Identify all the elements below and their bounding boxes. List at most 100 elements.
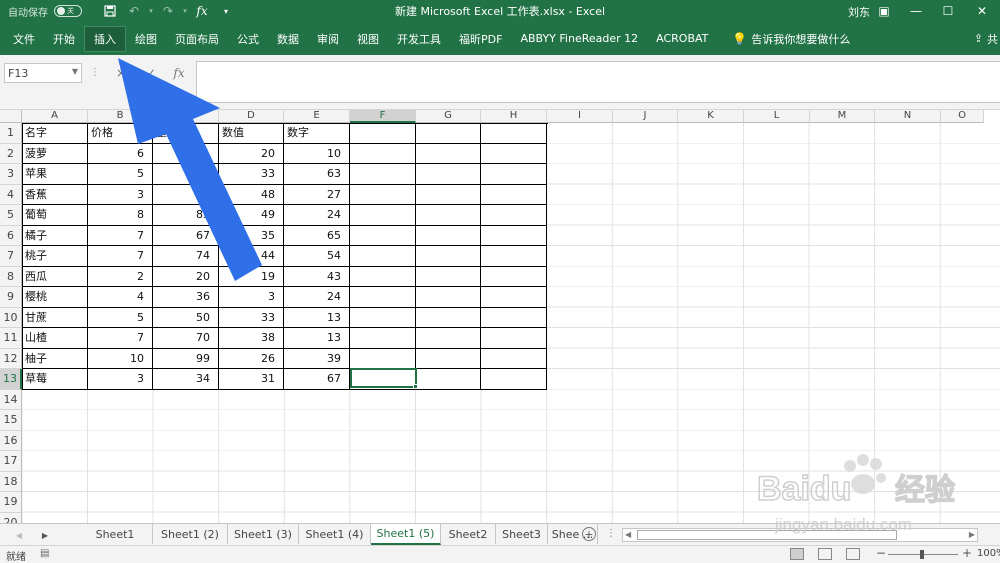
cell-a1[interactable]: 名字 xyxy=(22,123,88,144)
tab-view[interactable]: 视图 xyxy=(348,26,388,52)
cell-d7[interactable]: 44 xyxy=(219,246,284,267)
cell-g3[interactable] xyxy=(416,164,481,185)
cell-b10[interactable]: 5 xyxy=(88,307,153,328)
cell-d5[interactable]: 49 xyxy=(219,205,284,226)
cell-b7[interactable]: 7 xyxy=(88,246,153,267)
tab-developer[interactable]: 开发工具 xyxy=(388,26,450,52)
cell-d4[interactable]: 48 xyxy=(219,184,284,205)
fill-handle[interactable] xyxy=(413,384,418,389)
autosave-toggle[interactable]: 关 xyxy=(54,5,82,17)
cell-g12[interactable] xyxy=(416,348,481,369)
row-header-19[interactable]: 19 xyxy=(0,492,22,513)
cell-b4[interactable]: 3 xyxy=(88,184,153,205)
zoom-slider-knob[interactable] xyxy=(920,550,924,559)
cell-e10[interactable]: 13 xyxy=(284,307,350,328)
cell-b6[interactable]: 7 xyxy=(88,225,153,246)
cell-h8[interactable] xyxy=(481,266,547,287)
cell-c11[interactable]: 70 xyxy=(153,328,219,349)
cell-g4[interactable] xyxy=(416,184,481,205)
cell-h7[interactable] xyxy=(481,246,547,267)
scroll-right-icon[interactable]: ▶ xyxy=(969,530,975,539)
cell-e6[interactable]: 65 xyxy=(284,225,350,246)
tab-split-handle[interactable]: ⋮ xyxy=(606,528,616,539)
sheet-nav-next[interactable]: ▶ xyxy=(36,527,54,543)
column-header-h[interactable]: H xyxy=(481,110,547,123)
cell-c5[interactable]: 83 xyxy=(153,205,219,226)
cell-e9[interactable]: 24 xyxy=(284,287,350,308)
close-button[interactable]: ✕ xyxy=(966,0,998,22)
cell-e4[interactable]: 27 xyxy=(284,184,350,205)
select-all-corner[interactable] xyxy=(0,110,22,123)
column-header-n[interactable]: N xyxy=(875,110,941,123)
sheet-nav-prev[interactable]: ◀ xyxy=(10,527,28,543)
tab-insert[interactable]: 插入 xyxy=(84,25,126,52)
share-button[interactable]: ⇪ 共 xyxy=(974,22,1000,55)
cell-f10[interactable] xyxy=(350,307,416,328)
row-header-15[interactable]: 15 xyxy=(0,410,22,431)
cell-a2[interactable]: 菠萝 xyxy=(22,143,88,164)
row-header-14[interactable]: 14 xyxy=(0,389,22,410)
cell-b3[interactable]: 5 xyxy=(88,164,153,185)
row-header-5[interactable]: 5 xyxy=(0,205,22,226)
row-header-8[interactable]: 8 xyxy=(0,266,22,287)
tab-file[interactable]: 文件 xyxy=(4,26,44,52)
cell-g9[interactable] xyxy=(416,287,481,308)
cell-d1[interactable]: 数值 xyxy=(219,123,284,144)
name-box[interactable]: F13 ▼ xyxy=(4,63,82,83)
cell-c10[interactable]: 50 xyxy=(153,307,219,328)
cell-a7[interactable]: 桃子 xyxy=(22,246,88,267)
row-header-11[interactable]: 11 xyxy=(0,328,22,349)
cell-c2[interactable]: 61 xyxy=(153,143,219,164)
cell-e7[interactable]: 54 xyxy=(284,246,350,267)
tab-acrobat[interactable]: ACROBAT xyxy=(647,26,717,52)
row-header-16[interactable]: 16 xyxy=(0,430,22,451)
cell-b11[interactable]: 7 xyxy=(88,328,153,349)
cell-c12[interactable]: 99 xyxy=(153,348,219,369)
cancel-entry-button[interactable]: × xyxy=(110,63,132,83)
row-header-13[interactable]: 13 xyxy=(0,369,22,390)
cell-f7[interactable] xyxy=(350,246,416,267)
zoom-out-button[interactable]: − xyxy=(876,546,886,560)
cell-f4[interactable] xyxy=(350,184,416,205)
cell-g13[interactable] xyxy=(416,369,481,390)
row-header-17[interactable]: 17 xyxy=(0,451,22,472)
cell-e11[interactable]: 13 xyxy=(284,328,350,349)
cell-g8[interactable] xyxy=(416,266,481,287)
row-header-10[interactable]: 10 xyxy=(0,307,22,328)
cell-g2[interactable] xyxy=(416,143,481,164)
cell-c3[interactable]: 53 xyxy=(153,164,219,185)
scrollbar-thumb[interactable] xyxy=(637,530,897,540)
cell-g6[interactable] xyxy=(416,225,481,246)
sheet-tab-5[interactable]: Sheet1 (5) xyxy=(371,524,441,545)
cell-f6[interactable] xyxy=(350,225,416,246)
zoom-in-button[interactable]: + xyxy=(962,546,972,560)
row-header-2[interactable]: 2 xyxy=(0,143,22,164)
row-header-3[interactable]: 3 xyxy=(0,164,22,185)
cell-f2[interactable] xyxy=(350,143,416,164)
column-header-e[interactable]: E xyxy=(284,110,350,123)
cell-a11[interactable]: 山楂 xyxy=(22,328,88,349)
cell-h2[interactable] xyxy=(481,143,547,164)
horizontal-scrollbar[interactable]: ◀ ▶ xyxy=(622,528,978,542)
insert-function-button[interactable]: fx xyxy=(190,0,214,22)
new-sheet-button[interactable]: + xyxy=(582,527,596,541)
cell-f8[interactable] xyxy=(350,266,416,287)
tab-foxit-pdf[interactable]: 福昕PDF xyxy=(450,26,511,52)
maximize-button[interactable]: ☐ xyxy=(932,0,964,22)
column-header-a[interactable]: A xyxy=(22,110,88,123)
column-header-b[interactable]: B xyxy=(88,110,153,123)
column-header-d[interactable]: D xyxy=(219,110,284,123)
row-header-12[interactable]: 12 xyxy=(0,348,22,369)
sheet-tab-2[interactable]: Sheet1 (2) xyxy=(153,524,228,544)
cell-b5[interactable]: 8 xyxy=(88,205,153,226)
cell-b8[interactable]: 2 xyxy=(88,266,153,287)
cell-h3[interactable] xyxy=(481,164,547,185)
cell-d2[interactable]: 20 xyxy=(219,143,284,164)
row-header-4[interactable]: 4 xyxy=(0,184,22,205)
tab-formulas[interactable]: 公式 xyxy=(228,26,268,52)
redo-button[interactable]: ↷ xyxy=(156,0,180,22)
row-header-18[interactable]: 18 xyxy=(0,471,22,492)
column-header-m[interactable]: M xyxy=(810,110,875,123)
cell-b13[interactable]: 3 xyxy=(88,369,153,390)
confirm-entry-button[interactable]: ✓ xyxy=(140,63,162,83)
